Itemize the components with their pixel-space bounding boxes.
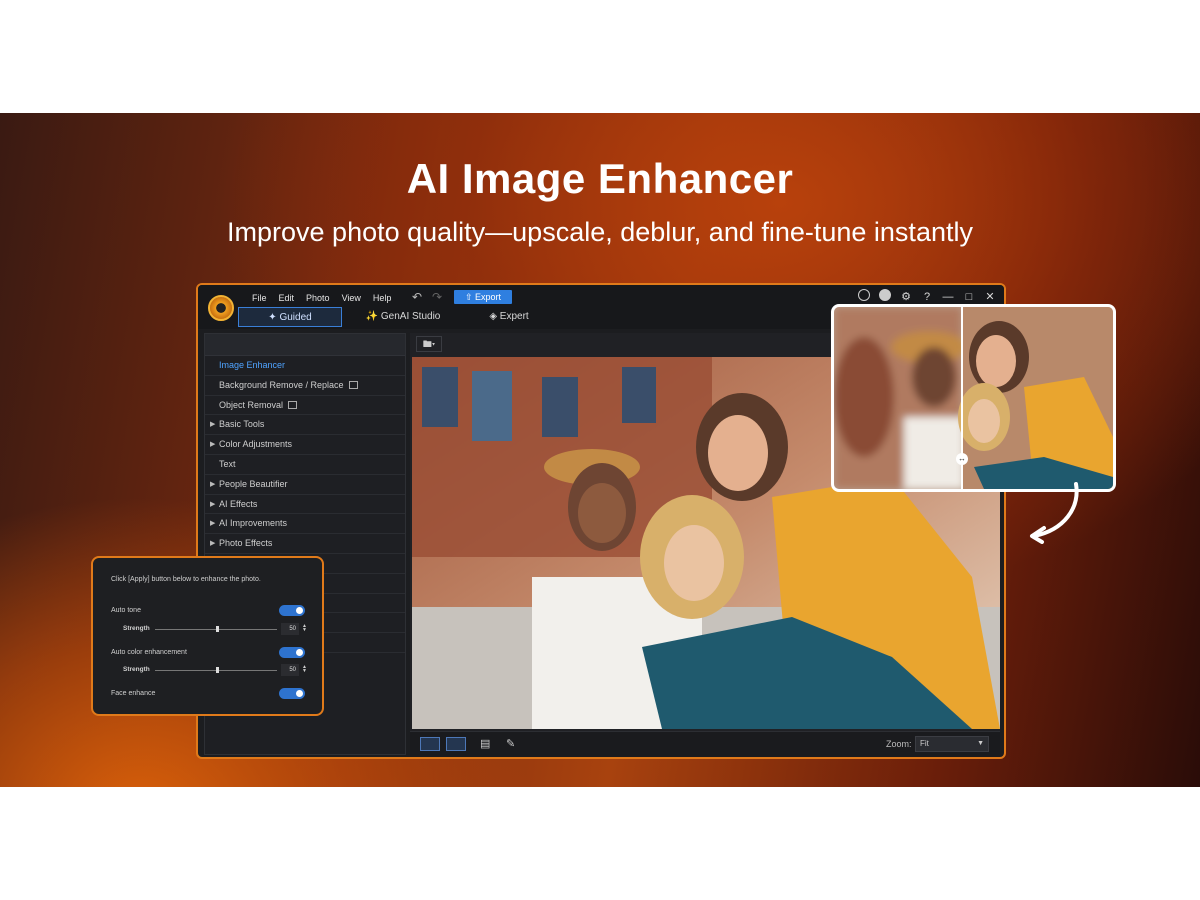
panel-instruction: Click [Apply] button below to enhance th…	[111, 576, 261, 583]
sidebar-item-background-remove[interactable]: Background Remove / Replace	[205, 376, 405, 396]
menu-file[interactable]: File	[246, 291, 273, 305]
ai-badge-icon	[288, 400, 298, 409]
menu-photo[interactable]: Photo	[300, 291, 336, 305]
curved-arrow-icon	[1030, 482, 1079, 544]
auto-tone-strength-input[interactable]: 50	[281, 623, 299, 635]
sidebar-item-ai-improvements[interactable]: ▶ AI Improvements	[205, 514, 405, 535]
close-icon[interactable]: ✕	[984, 290, 996, 303]
sidebar-item-color-adjustments[interactable]: ▶ Color Adjustments	[205, 435, 405, 455]
expand-icon: ▶	[210, 421, 216, 429]
bottom-toolbar: ▤ ✎ Zoom: Fit ▼	[410, 731, 1000, 757]
notification-icon[interactable]	[879, 289, 891, 304]
before-after-preview: ↔	[831, 304, 1116, 492]
auto-tone-toggle[interactable]	[279, 605, 305, 616]
before-after-image	[834, 307, 1113, 489]
tab-guided[interactable]: ✦ Guided	[238, 307, 342, 327]
layers-icon: ◈	[489, 311, 500, 322]
auto-color-toggle[interactable]	[279, 647, 305, 658]
redo-icon[interactable]: ↷	[432, 290, 442, 304]
auto-tone-label: Auto tone	[111, 607, 141, 614]
sidebar-item-people-beautifier[interactable]: ▶ People Beautifier	[205, 475, 405, 495]
face-enhance-toggle[interactable]	[279, 688, 305, 699]
tab-genai-studio[interactable]: ✨ GenAI Studio	[358, 307, 448, 327]
export-button[interactable]: ⇧ Export	[454, 290, 512, 304]
menu-bar: File Edit Photo View Help	[246, 291, 397, 305]
help-icon[interactable]: ?	[921, 291, 933, 303]
minimize-icon[interactable]: —	[942, 291, 954, 303]
slider-thumb[interactable]	[216, 626, 219, 632]
expand-icon: ▶	[210, 540, 216, 548]
spinner-icon[interactable]: ▲ ▼	[302, 665, 307, 674]
sidebar-item-label: People Beautifier	[219, 478, 288, 489]
auto-color-strength-input[interactable]: 50	[281, 664, 299, 676]
undo-icon[interactable]: ↶	[412, 290, 422, 304]
sidebar-item-label: Photo Effects	[219, 538, 273, 549]
expand-icon: ▶	[210, 441, 216, 449]
tab-genai-label: GenAI Studio	[380, 311, 441, 322]
zoom-label: Zoom:	[886, 739, 912, 749]
tab-expert[interactable]: ◈ Expert	[474, 307, 544, 327]
sidebar-item-label: Text	[219, 458, 236, 469]
expand-icon: ▶	[210, 480, 216, 488]
tab-expert-label: Expert	[499, 311, 529, 322]
slider-thumb[interactable]	[216, 667, 219, 673]
sidebar-item-label: Image Enhancer	[219, 360, 286, 370]
expand-icon: ▶	[210, 500, 216, 508]
hero-subtitle: Improve photo quality—upscale, deblur, a…	[227, 217, 973, 247]
settings-icon[interactable]: ⚙	[900, 290, 912, 303]
logo-icon[interactable]	[208, 295, 234, 321]
compare-view-icon[interactable]	[446, 737, 466, 751]
auto-tone-strength-slider[interactable]	[155, 626, 277, 632]
expand-icon: ▶	[210, 520, 216, 528]
sidebar-item-label: Basic Tools	[219, 419, 265, 430]
upload-icon: ⇧	[464, 292, 476, 302]
sidebar-item-photo-effects[interactable]: ▶ Photo Effects	[205, 534, 405, 554]
sidebar-item-label: Object Removal	[219, 399, 284, 410]
export-label: Export	[475, 292, 502, 302]
ai-badge-icon	[348, 380, 358, 389]
folder-icon[interactable]: 🖿▾	[416, 336, 442, 352]
sidebar-item-text[interactable]: Text	[205, 455, 405, 475]
sparkle-icon: ✨	[365, 311, 381, 322]
tab-guided-label: Guided	[279, 312, 312, 323]
menu-help[interactable]: Help	[367, 291, 398, 305]
account-icon[interactable]	[858, 289, 870, 304]
sidebar-item-basic-tools[interactable]: ▶ Basic Tools	[205, 415, 405, 436]
auto-color-label: Auto color enhancement	[111, 649, 187, 656]
zoom-value: Fit	[920, 739, 929, 748]
enhance-settings-panel: Click [Apply] button below to enhance th…	[91, 556, 324, 716]
spinner-icon[interactable]: ▲ ▼	[302, 624, 307, 633]
chevron-down-icon: ▼	[977, 740, 984, 747]
single-view-icon[interactable]	[420, 737, 440, 751]
sidebar-item-image-enhancer[interactable]: Image Enhancer	[205, 356, 405, 376]
brush-icon[interactable]: ✎	[506, 737, 515, 750]
menu-view[interactable]: View	[336, 291, 367, 305]
auto-color-strength-slider[interactable]	[155, 667, 277, 673]
auto-color-strength-label: Strength	[123, 666, 150, 673]
compare-handle-icon[interactable]: ↔	[956, 453, 968, 465]
maximize-icon[interactable]: □	[963, 291, 975, 303]
auto-tone-strength-label: Strength	[123, 625, 150, 632]
sidebar-item-ai-effects[interactable]: ▶ AI Effects	[205, 495, 405, 515]
face-enhance-label: Face enhance	[111, 690, 156, 697]
hero-title: AI Image Enhancer	[406, 155, 794, 202]
histogram-icon[interactable]: ▤	[480, 737, 490, 750]
menu-edit[interactable]: Edit	[273, 291, 301, 305]
sidebar-item-label: AI Effects	[219, 498, 258, 509]
sidebar-item-object-removal[interactable]: Object Removal	[205, 396, 405, 416]
sidebar-header	[205, 334, 405, 356]
wand-icon: ✦	[268, 312, 280, 323]
window-controls: ⚙ ? — □ ✕	[858, 289, 996, 304]
sidebar-item-label: Color Adjustments	[219, 439, 293, 450]
zoom-select[interactable]: Fit ▼	[915, 736, 989, 752]
sidebar-item-label: Background Remove / Replace	[219, 379, 344, 390]
sidebar-item-label: AI Improvements	[219, 518, 288, 529]
